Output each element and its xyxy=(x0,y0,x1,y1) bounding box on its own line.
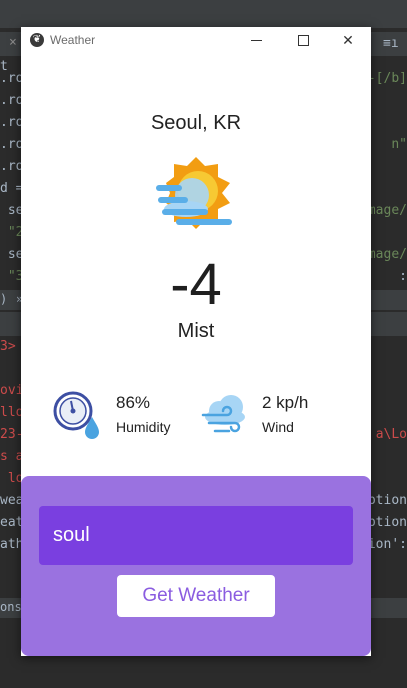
window-title-bar[interactable]: ❦ Weather ✕ xyxy=(21,27,371,55)
get-weather-button[interactable]: Get Weather xyxy=(117,575,275,617)
minimize-button[interactable] xyxy=(234,27,280,55)
window-title: Weather xyxy=(50,33,96,47)
city-input[interactable] xyxy=(39,506,353,565)
maximize-button[interactable] xyxy=(280,27,326,55)
ide-tab-close-icon[interactable]: × xyxy=(9,35,17,50)
search-panel: Get Weather xyxy=(21,476,371,656)
weather-window: ❦ Weather ✕ Seoul, KR -4 Mist 86% Humidi… xyxy=(21,27,371,656)
ide-title-bar xyxy=(0,0,407,28)
humidity-gauge-icon xyxy=(53,391,99,439)
maximize-icon xyxy=(298,35,309,46)
humidity-label: Humidity xyxy=(116,419,171,435)
weather-condition: Mist xyxy=(177,320,215,342)
ide-menu-icon[interactable]: ≡ı xyxy=(383,36,399,51)
close-icon: ✕ xyxy=(342,33,354,49)
city-name: Seoul, KR xyxy=(150,112,242,134)
app-logo-icon: ❦ xyxy=(30,33,44,47)
sun-behind-cloud-fog-icon xyxy=(156,157,232,229)
wind-label: Wind xyxy=(262,419,294,435)
wind-value: 2 kp/h xyxy=(262,393,309,412)
minimize-icon xyxy=(251,40,262,41)
close-button[interactable]: ✕ xyxy=(325,27,371,55)
temperature: -4 xyxy=(170,252,222,317)
humidity-value: 86% xyxy=(116,393,151,412)
ide-toolbar-right[interactable]: ≡ı xyxy=(377,33,407,55)
wind-cloud-icon xyxy=(201,395,245,433)
